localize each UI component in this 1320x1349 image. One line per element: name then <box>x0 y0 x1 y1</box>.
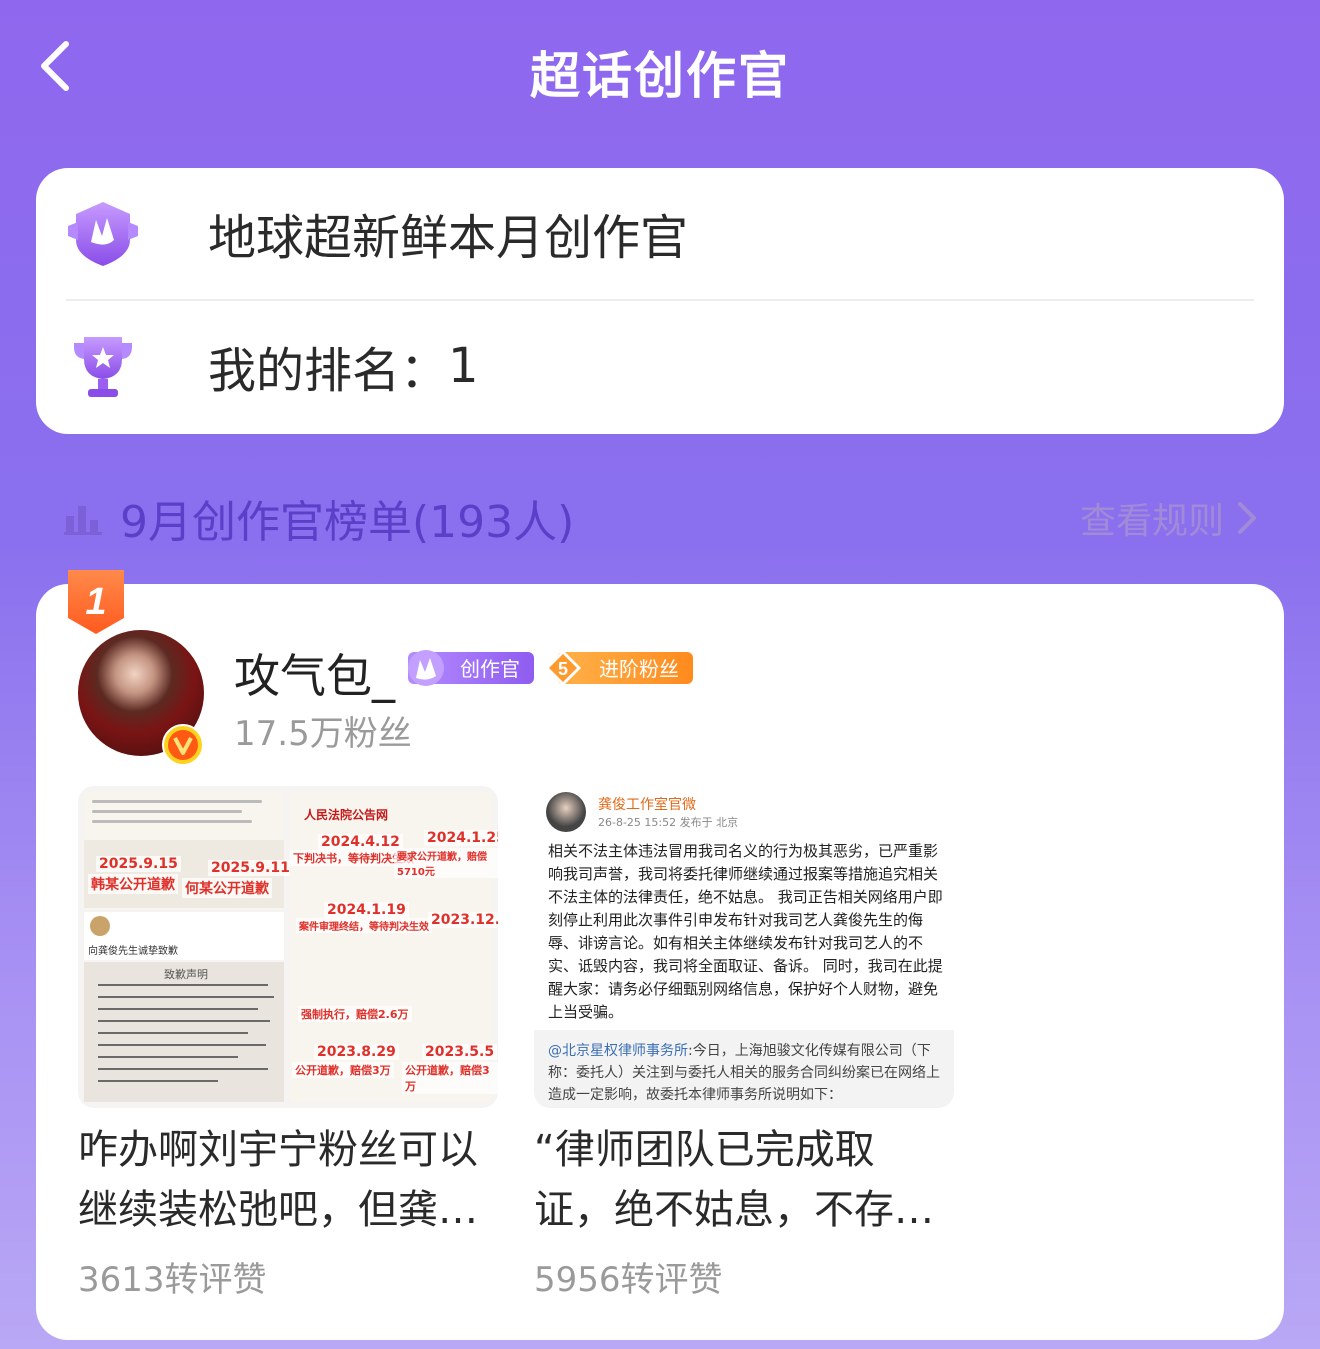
quote-mention: @北京星权律师事务所 <box>548 1043 688 1059</box>
chevron-right-icon <box>1238 502 1256 534</box>
weibo-quote: @北京星权律师事务所:今日，上海旭骏文化传媒有限公司（下称：委托人）关注到与委托… <box>534 1030 954 1108</box>
fan-level-number: 5 <box>558 659 568 679</box>
timeline-label: 要求公开道歉，赔偿5710元 <box>394 848 498 878</box>
header-bar: 超话创作官 <box>0 0 1320 140</box>
letter-heading: 致歉声明 <box>164 968 208 981</box>
verified-v-icon <box>162 724 204 766</box>
rank-value: 1 <box>448 338 479 394</box>
timeline-label: 2024.1.19 <box>324 902 409 918</box>
fan-level-label: 进阶粉丝 <box>599 657 679 681</box>
program-label: 地球超新鲜本月创作官 <box>208 210 689 266</box>
post-card[interactable]: 2025.9.15 2025.9.11 韩某公开道歉 何某公开道歉 向龚俊先生诚… <box>78 786 498 1301</box>
timeline-label: 2023.5.5 <box>422 1044 498 1060</box>
bar-chart-icon <box>64 506 102 535</box>
weibo-meta: 26-8-25 15:52 发布于 北京 <box>598 816 739 829</box>
username[interactable]: 攻气包_ <box>234 640 395 706</box>
rank-number: 1 <box>85 581 106 623</box>
doc-label: 何某公开道歉 <box>182 878 272 898</box>
fan-level-badge: 5 进阶粉丝 <box>545 650 693 686</box>
weibo-author: 龚俊工作室官微 <box>598 797 696 813</box>
timeline-label: 强制执行，赔偿2.6万 <box>298 1006 412 1022</box>
leaderboard-header: 9月创作官榜单(193人) 查看规则 <box>64 488 1260 548</box>
rank-line: 我的排名： 1 <box>208 331 479 401</box>
post-stats: 3613转评赞 <box>78 1260 267 1300</box>
timeline-label: 案件审理终结，等待判决生效 <box>296 918 432 933</box>
view-rules-link[interactable]: 查看规则 <box>1080 492 1260 544</box>
post-thumbnail: 龚俊工作室官微 26-8-25 15:52 发布于 北京 相关不法主体违法冒用我… <box>534 786 954 1108</box>
timeline-label: 公开道歉，赔偿3万 <box>292 1062 394 1078</box>
rank-label: 我的排名： <box>208 343 449 399</box>
notice-header: 人民法院公告网 <box>304 808 389 822</box>
weibo-snippet: 向龚俊先生诚挚致歉 <box>84 912 284 960</box>
timeline-label: 2023.12.29 <box>428 912 498 928</box>
post-thumbnail: 2025.9.15 2025.9.11 韩某公开道歉 何某公开道歉 向龚俊先生诚… <box>78 786 498 1108</box>
leaderboard-title-group: 9月创作官榜单(193人) <box>64 486 574 550</box>
weibo-header: 龚俊工作室官微 26-8-25 15:52 发布于 北京 <box>546 792 738 832</box>
doc-label: 2025.9.11 <box>208 860 293 876</box>
creator-badge-label: 创作官 <box>460 657 520 681</box>
page-title: 超话创作官 <box>530 47 790 105</box>
handwritten-letter: 致歉声明 <box>84 962 284 1102</box>
creator-badge: 创作官 <box>408 650 534 686</box>
doc-label: 2025.9.15 <box>96 856 181 872</box>
post-stats: 5956转评赞 <box>534 1260 723 1300</box>
leaderboard-title: 9月创作官榜单(193人) <box>120 497 575 548</box>
fan-count: 17.5万粉丝 <box>234 714 412 754</box>
snippet-text: 向龚俊先生诚挚致歉 <box>88 946 178 957</box>
rank-badge: 1 <box>68 570 124 634</box>
view-rules-label: 查看规则 <box>1079 501 1224 542</box>
info-card: 地球超新鲜本月创作官 我的排名： 1 <box>36 168 1284 434</box>
trophy-icon <box>74 337 132 397</box>
creator-shield-icon <box>68 202 138 266</box>
timeline-label: 2024.4.12 <box>318 834 403 850</box>
post-title: “律师团队已完成取证，绝不姑息，不存… <box>534 1127 934 1233</box>
timeline-label: 2024.1.25 <box>424 830 498 846</box>
rank-row: 我的排名： 1 <box>66 301 1256 431</box>
timeline-label: 公开道歉，赔偿3万 <box>402 1062 498 1094</box>
weibo-body: 相关不法主体违法冒用我司名义的行为极其恶劣，已严重影响我司声誉，我司将委托律师继… <box>548 842 943 1021</box>
post-card[interactable]: 龚俊工作室官微 26-8-25 15:52 发布于 北京 相关不法主体违法冒用我… <box>534 786 954 1301</box>
post-title: 咋办啊刘宇宁粉丝可以继续装松弛吧，但龚… <box>78 1127 478 1233</box>
weibo-avatar <box>546 792 586 832</box>
doc-label: 韩某公开道歉 <box>88 874 178 894</box>
timeline-label: 2023.8.29 <box>314 1044 399 1060</box>
program-row: 地球超新鲜本月创作官 <box>66 168 1256 298</box>
